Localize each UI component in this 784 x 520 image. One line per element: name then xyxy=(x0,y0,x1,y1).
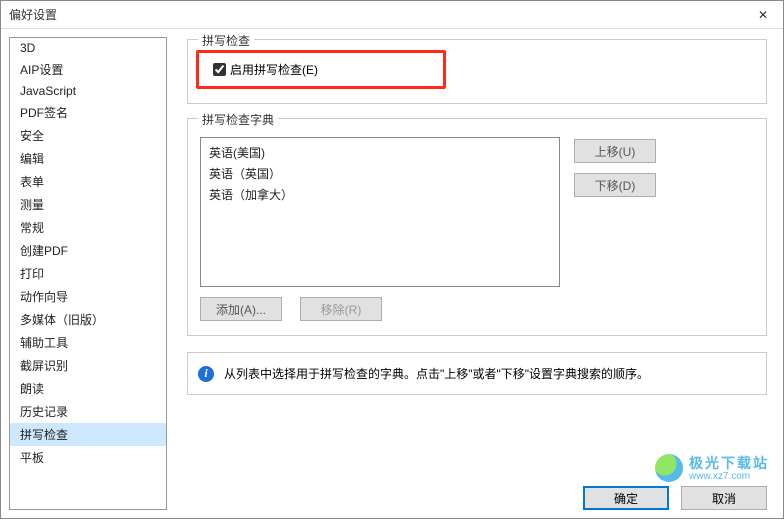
sidebar-item[interactable]: 辅助工具 xyxy=(10,331,166,354)
spellcheck-group-label: 拼写检查 xyxy=(198,32,254,49)
spellcheck-group: 拼写检查 启用拼写检查(E) xyxy=(187,39,767,104)
info-icon: i xyxy=(198,366,214,382)
sidebar-item[interactable]: 朗读 xyxy=(10,377,166,400)
ok-button[interactable]: 确定 xyxy=(583,486,669,510)
sidebar-item[interactable]: 截屏识别 xyxy=(10,354,166,377)
dictionary-actions: 添加(A)... 移除(R) xyxy=(200,297,754,321)
enable-spellcheck-label: 启用拼写检查(E) xyxy=(230,61,318,78)
remove-dictionary-button[interactable]: 移除(R) xyxy=(300,297,382,321)
sidebar-item[interactable]: 动作向导 xyxy=(10,285,166,308)
move-down-button[interactable]: 下移(D) xyxy=(574,173,656,197)
sidebar-item[interactable]: 测量 xyxy=(10,193,166,216)
dictionary-list-item[interactable]: 英语（英国） xyxy=(209,163,551,184)
cancel-button[interactable]: 取消 xyxy=(681,486,767,510)
sidebar-item[interactable]: 创建PDF xyxy=(10,239,166,262)
dictionary-group: 拼写检查字典 英语(美国)英语（英国）英语（加拿大） 上移(U) 下移(D) 添… xyxy=(187,118,767,336)
watermark-text-cn: 极光下载站 xyxy=(689,453,769,473)
window-body: 3DAIP设置JavaScriptPDF签名安全编辑表单测量常规创建PDF打印动… xyxy=(1,29,783,518)
dictionary-list-item[interactable]: 英语(美国) xyxy=(209,142,551,163)
dialog-footer: 确定 取消 xyxy=(567,476,783,520)
sidebar-item[interactable]: 多媒体（旧版） xyxy=(10,308,166,331)
sidebar-item[interactable]: 常规 xyxy=(10,216,166,239)
sidebar-item[interactable]: 拼写检查 xyxy=(10,423,166,446)
enable-spellcheck-checkbox[interactable] xyxy=(213,63,226,76)
sidebar-item[interactable]: 安全 xyxy=(10,124,166,147)
close-icon: ✕ xyxy=(758,8,768,22)
dictionary-group-label: 拼写检查字典 xyxy=(198,111,278,128)
info-box: i 从列表中选择用于拼写检查的字典。点击"上移"或者"下移"设置字典搜索的顺序。 xyxy=(187,352,767,395)
category-sidebar[interactable]: 3DAIP设置JavaScriptPDF签名安全编辑表单测量常规创建PDF打印动… xyxy=(9,37,167,510)
titlebar: 偏好设置 ✕ xyxy=(1,1,783,29)
sidebar-item[interactable]: JavaScript xyxy=(10,81,166,101)
dictionary-list[interactable]: 英语(美国)英语（英国）英语（加拿大） xyxy=(200,137,560,287)
sidebar-item[interactable]: 打印 xyxy=(10,262,166,285)
sidebar-item[interactable]: AIP设置 xyxy=(10,58,166,81)
move-up-button[interactable]: 上移(U) xyxy=(574,139,656,163)
dictionary-area: 英语(美国)英语（英国）英语（加拿大） 上移(U) 下移(D) xyxy=(200,137,754,287)
window-title: 偏好设置 xyxy=(1,6,743,23)
dictionary-list-item[interactable]: 英语（加拿大） xyxy=(209,184,551,205)
sidebar-item[interactable]: 表单 xyxy=(10,170,166,193)
sidebar-item[interactable]: PDF签名 xyxy=(10,101,166,124)
sidebar-item[interactable]: 历史记录 xyxy=(10,400,166,423)
info-text: 从列表中选择用于拼写检查的字典。点击"上移"或者"下移"设置字典搜索的顺序。 xyxy=(224,365,649,382)
highlight-box: 启用拼写检查(E) xyxy=(196,50,446,89)
move-buttons: 上移(U) 下移(D) xyxy=(574,139,656,287)
enable-spellcheck-row[interactable]: 启用拼写检查(E) xyxy=(205,59,437,80)
main-panel: 拼写检查 启用拼写检查(E) 拼写检查字典 英语(美国)英语（英国）英语（加拿大… xyxy=(167,29,783,518)
sidebar-item[interactable]: 平板 xyxy=(10,446,166,469)
sidebar-item[interactable]: 编辑 xyxy=(10,147,166,170)
preferences-window: 偏好设置 ✕ 3DAIP设置JavaScriptPDF签名安全编辑表单测量常规创… xyxy=(0,0,784,519)
close-button[interactable]: ✕ xyxy=(743,1,783,29)
add-dictionary-button[interactable]: 添加(A)... xyxy=(200,297,282,321)
sidebar-item[interactable]: 3D xyxy=(10,38,166,58)
